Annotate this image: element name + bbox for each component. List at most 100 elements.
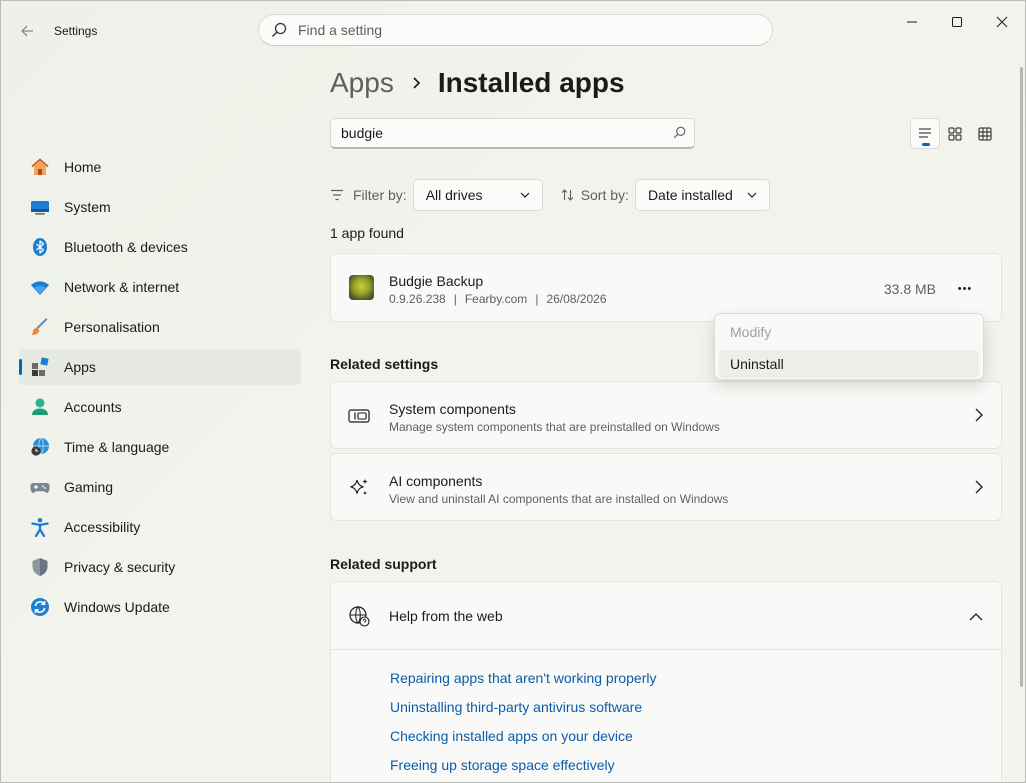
sort-icon (561, 189, 574, 201)
wifi-icon (29, 276, 51, 298)
sidebar-item-label: Accounts (64, 399, 122, 415)
sort-dropdown[interactable]: Date installed (634, 179, 770, 211)
breadcrumb-parent-link[interactable]: Apps (330, 67, 394, 99)
sidebar-item-label: Network & internet (64, 279, 180, 295)
sidebar-item-bluetooth[interactable]: Bluetooth & devices (19, 229, 301, 265)
app-title: Settings (54, 24, 98, 38)
list-view-button[interactable] (910, 118, 940, 149)
sidebar-item-time-language[interactable]: Time & language (19, 429, 301, 465)
ai-components-card[interactable]: AI components View and uninstall AI comp… (330, 453, 1002, 521)
app-install-date: 26/08/2026 (546, 292, 607, 306)
maximize-icon (952, 17, 962, 27)
chevron-right-icon (975, 408, 983, 427)
grid-view-button[interactable] (940, 118, 970, 149)
web-help-icon (348, 605, 370, 632)
sidebar-item-label: Windows Update (64, 599, 170, 615)
close-icon (996, 16, 1008, 28)
more-options-button[interactable]: ••• (951, 275, 979, 303)
tile-view-button[interactable] (970, 118, 1000, 149)
back-button[interactable] (15, 19, 39, 43)
filter-label: Filter by: (330, 187, 407, 203)
sidebar-item-network[interactable]: Network & internet (19, 269, 301, 305)
search-icon (673, 126, 686, 144)
related-settings-title: Related settings (330, 356, 439, 372)
sidebar-item-home[interactable]: Home (19, 149, 301, 185)
settings-search-box[interactable] (258, 14, 773, 46)
ai-components-desc: View and uninstall AI components that ar… (389, 492, 729, 506)
app-search-input[interactable] (341, 125, 661, 141)
support-link-uninstall-antivirus[interactable]: Uninstalling third-party antivirus softw… (390, 699, 642, 715)
shield-icon (29, 556, 51, 578)
sidebar-item-accounts[interactable]: Accounts (19, 389, 301, 425)
breadcrumb-chevron-icon (412, 76, 422, 90)
minimize-icon (907, 21, 917, 23)
filter-drives-dropdown[interactable]: All drives (412, 179, 543, 211)
sidebar-item-label: Privacy & security (64, 559, 176, 575)
sidebar-item-label: Gaming (64, 479, 114, 495)
sidebar-item-accessibility[interactable]: Accessibility (19, 509, 301, 545)
more-dots-icon: ••• (957, 283, 973, 295)
sidebar-item-gaming[interactable]: Gaming (19, 469, 301, 505)
minimize-button[interactable] (889, 9, 935, 35)
sidebar-item-label: Bluetooth & devices (64, 239, 188, 255)
app-name: Budgie Backup (389, 273, 484, 289)
help-from-web-title: Help from the web (389, 608, 503, 624)
title-bar: Settings (1, 1, 1025, 59)
bluetooth-icon (29, 236, 51, 258)
maximize-button[interactable] (934, 9, 980, 35)
help-from-web-card: Help from the web Repairing apps that ar… (330, 581, 1002, 782)
chevron-down-icon (747, 192, 757, 198)
settings-window: Settings Home System (0, 0, 1026, 783)
accounts-icon (29, 396, 51, 418)
apps-icon (29, 356, 51, 378)
budgie-app-icon (349, 275, 374, 300)
update-icon (29, 596, 51, 618)
accessibility-icon (29, 516, 51, 538)
ai-components-title: AI components (389, 473, 483, 489)
app-meta: 0.9.26.238 | Fearby.com | 26/08/2026 (389, 292, 607, 306)
sidebar-item-privacy-security[interactable]: Privacy & security (19, 549, 301, 585)
sidebar-item-windows-update[interactable]: Windows Update (19, 589, 301, 625)
sparkle-icon (348, 478, 370, 498)
support-link-freeing-storage[interactable]: Freeing up storage space effectively (390, 757, 615, 773)
app-publisher: Fearby.com (464, 292, 528, 306)
meta-separator: | (453, 292, 457, 306)
app-list-item[interactable]: Budgie Backup 0.9.26.238 | Fearby.com | 26/0… (330, 253, 1002, 322)
help-from-web-header[interactable]: Help from the web (331, 582, 1001, 650)
list-view-icon (919, 127, 931, 138)
sidebar-item-system[interactable]: System (19, 189, 301, 225)
page-title: Installed apps (437, 67, 625, 98)
sort-label-text: Sort by: (580, 187, 629, 203)
home-icon (29, 156, 51, 178)
sidebar-item-label: Apps (64, 359, 96, 375)
system-components-icon (348, 406, 370, 426)
uninstall-menu-item[interactable]: Uninstall (719, 350, 979, 378)
app-size: 33.8 MB (883, 281, 936, 297)
close-button[interactable] (979, 9, 1025, 35)
settings-search-input[interactable] (298, 22, 698, 38)
sidebar-item-apps[interactable]: Apps (19, 349, 301, 385)
sidebar-item-label: Accessibility (64, 519, 141, 535)
sidebar-item-label: Time & language (64, 439, 170, 455)
chevron-right-icon (975, 480, 983, 499)
sidebar-nav: Home System Bluetooth & devices Network … (19, 149, 301, 629)
filter-sort-row: Filter by: All drives Sort by: Date inst… (330, 179, 770, 211)
view-toggle-group (910, 118, 1000, 149)
meta-separator: | (535, 292, 539, 306)
back-arrow-icon (21, 25, 33, 37)
system-components-title: System components (389, 401, 516, 417)
support-link-repairing-apps[interactable]: Repairing apps that aren't working prope… (390, 670, 657, 686)
modify-menu-item: Modify (730, 324, 772, 340)
chevron-down-icon (520, 192, 530, 198)
scrollbar[interactable] (1020, 67, 1023, 687)
results-count: 1 app found (330, 225, 404, 241)
support-link-checking-installed-apps[interactable]: Checking installed apps on your device (390, 728, 633, 744)
app-context-menu: Modify Uninstall (714, 313, 984, 380)
system-components-card[interactable]: System components Manage system componen… (330, 381, 1002, 449)
sidebar-item-label: Personalisation (64, 319, 160, 335)
filter-icon (331, 189, 343, 201)
filter-drives-value: All drives (425, 187, 483, 203)
globe-clock-icon (29, 436, 51, 458)
app-search-box[interactable] (330, 118, 695, 149)
sidebar-item-personalisation[interactable]: Personalisation (19, 309, 301, 345)
